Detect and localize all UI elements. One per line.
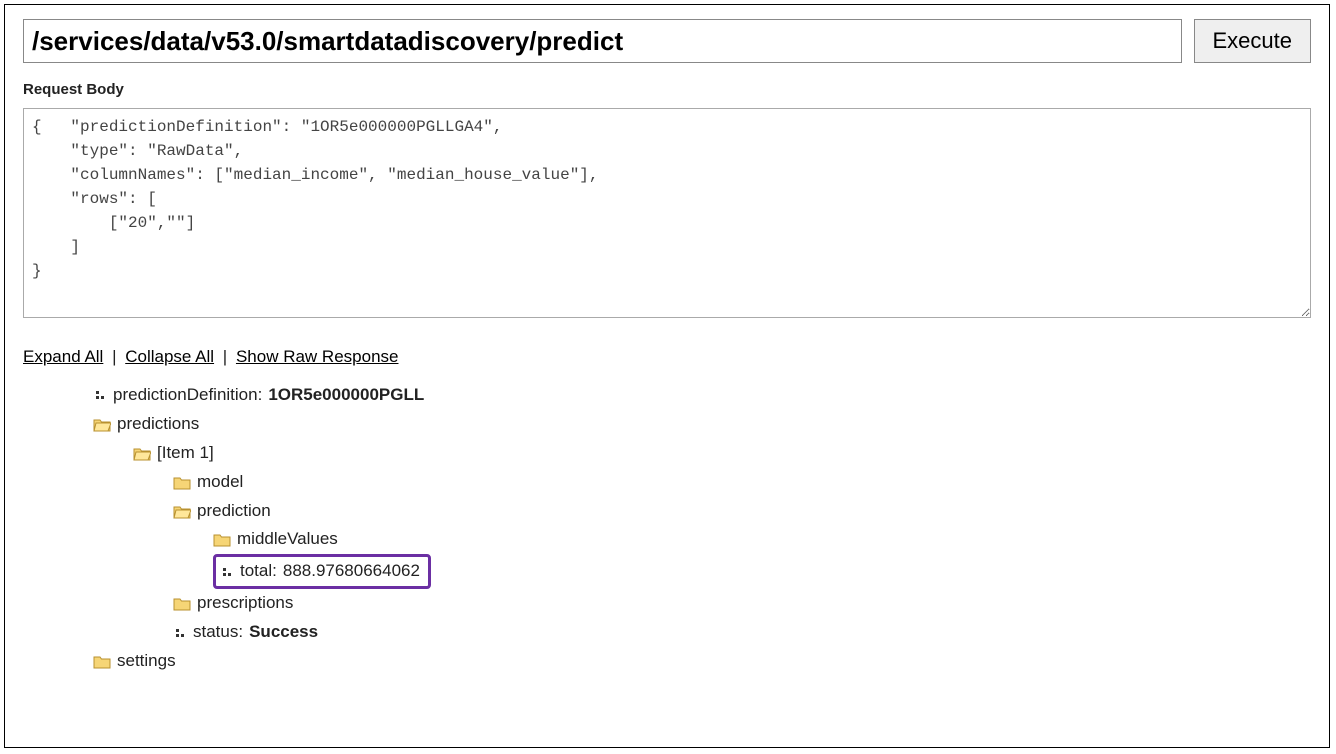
response-tree: predictionDefinition: 1OR5e000000PGLL pr… — [23, 381, 1311, 676]
expand-all-link[interactable]: Expand All — [23, 347, 103, 366]
folder-open-icon — [93, 417, 111, 432]
tree-node-middlevalues[interactable]: middleValues — [213, 525, 1311, 554]
node-label: predictions — [117, 410, 199, 439]
tree-node-prescriptions[interactable]: prescriptions — [173, 589, 1311, 618]
folder-closed-icon — [213, 532, 231, 547]
node-label: prediction — [197, 497, 271, 526]
tree-leaf-status[interactable]: status: Success — [173, 618, 1311, 647]
value-label: Success — [249, 618, 318, 647]
node-label: settings — [117, 647, 176, 676]
leaf-bullet-icon — [220, 565, 234, 579]
workbench-panel: Execute Request Body { "predictionDefini… — [4, 4, 1330, 748]
highlighted-total-row: total: 888.97680664062 — [213, 554, 431, 589]
request-body-textarea[interactable]: { "predictionDefinition": "1OR5e000000PG… — [23, 108, 1311, 318]
key-label: status: — [193, 618, 243, 647]
tree-node-settings[interactable]: settings — [93, 647, 1311, 676]
tree-node-prediction[interactable]: prediction — [173, 497, 1311, 526]
tree-node-model[interactable]: model — [173, 468, 1311, 497]
collapse-all-link[interactable]: Collapse All — [125, 347, 214, 366]
response-links-row: Expand All | Collapse All | Show Raw Res… — [23, 347, 1311, 367]
top-row: Execute — [23, 19, 1311, 63]
node-label: [Item 1] — [157, 439, 214, 468]
node-label: prescriptions — [197, 589, 293, 618]
value-label: 1OR5e000000PGLL — [268, 381, 424, 410]
key-label: predictionDefinition: — [113, 381, 262, 410]
folder-closed-icon — [93, 654, 111, 669]
request-body-label: Request Body — [23, 81, 1311, 98]
execute-button[interactable]: Execute — [1194, 19, 1312, 63]
show-raw-response-link[interactable]: Show Raw Response — [236, 347, 399, 366]
tree-leaf-predictiondefinition[interactable]: predictionDefinition: 1OR5e000000PGLL — [93, 381, 1311, 410]
leaf-bullet-icon — [173, 626, 187, 640]
node-label: model — [197, 468, 243, 497]
folder-closed-icon — [173, 596, 191, 611]
node-label: middleValues — [237, 525, 338, 554]
endpoint-url-input[interactable] — [23, 19, 1182, 63]
folder-closed-icon — [173, 475, 191, 490]
value-label: 888.97680664062 — [283, 557, 420, 586]
separator: | — [223, 347, 227, 366]
tree-node-predictions[interactable]: predictions — [93, 410, 1311, 439]
leaf-bullet-icon — [93, 388, 107, 402]
folder-open-icon — [173, 504, 191, 519]
tree-node-item-1[interactable]: [Item 1] — [133, 439, 1311, 468]
folder-open-icon — [133, 446, 151, 461]
key-label: total: — [240, 557, 277, 586]
separator: | — [112, 347, 116, 366]
